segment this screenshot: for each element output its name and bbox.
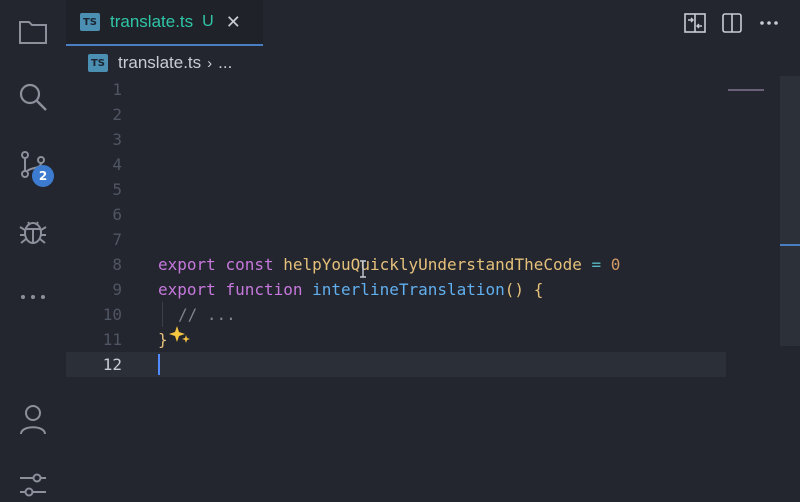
i-beam-cursor-icon [358,260,368,282]
close-brace: } [158,330,168,349]
compare-icon[interactable] [684,12,706,34]
sparkle-icon[interactable] [168,323,192,354]
typescript-file-icon: TS [88,54,108,72]
breadcrumb-file[interactable]: translate.ts [118,53,201,73]
code-line: 2 [66,102,726,127]
code-text: } [158,327,168,352]
line-number: 9 [112,280,122,299]
breadcrumb: TS translate.ts › ... [88,52,232,74]
line-number: 2 [112,105,122,124]
close-icon[interactable]: ✕ [226,12,241,33]
more-icon[interactable] [16,280,50,314]
scrollbar-cursor-marker [780,244,800,246]
breadcrumb-more[interactable]: ... [218,53,232,73]
vertical-scrollbar[interactable] [780,76,800,346]
code-line: 9 export function interlineTranslation()… [66,277,726,302]
chevron-right-icon: › [207,54,213,72]
code-line: 7 [66,227,726,252]
code-line: 10 // ... [66,302,726,327]
minimap[interactable] [728,89,764,91]
code-line: 8 export const helpYouQuicklyUnderstandT… [66,252,726,277]
settings-sliders-icon[interactable] [16,468,50,502]
activity-bar: 2 [0,0,66,500]
code-line: 4 [66,152,726,177]
code-line: 5 [66,177,726,202]
line-number: 11 [102,330,122,349]
line-number: 4 [112,155,122,174]
search-icon[interactable] [16,80,50,114]
line-number: 10 [102,305,122,324]
tab-bar: TS translate.ts U ✕ [66,0,800,46]
line-number: 5 [112,180,122,199]
parentheses: () [504,280,525,299]
operator: = [591,255,602,274]
code-line: 11 } [66,326,726,352]
account-icon[interactable] [16,402,50,436]
code-line: 3 [66,127,726,152]
typescript-file-icon: TS [80,13,100,31]
tab-label: translate.ts [110,12,194,31]
keyword: function [225,280,303,299]
line-number: 12 [102,355,122,374]
line-number: 1 [112,80,122,99]
code-line: 1 [66,77,726,102]
keyword: export [158,280,216,299]
function-name: interlineTranslation [312,280,505,299]
identifier: helpYouQuicklyUnderstandTheCode [283,255,582,274]
source-control-badge: 2 [32,165,54,187]
keyword: const [225,255,274,274]
indent-guide [162,302,163,327]
number-literal: 0 [610,255,621,274]
open-brace: { [533,280,544,299]
debug-icon[interactable] [16,214,50,248]
text-cursor [158,354,160,375]
code-text: export const helpYouQuicklyUnderstandThe… [158,252,620,277]
code-editor[interactable]: 1 2 3 4 5 6 7 8 export const helpYouQuic… [66,76,780,500]
code-line: 6 [66,202,726,227]
comment: // ... [178,305,236,324]
line-number: 3 [112,130,122,149]
line-number: 8 [112,255,122,274]
split-editor-icon[interactable] [721,12,743,34]
line-number: 6 [112,205,122,224]
untracked-status: U [202,13,214,30]
keyword: export [158,255,216,274]
explorer-icon[interactable] [16,15,50,49]
tab-translate-ts[interactable]: TS translate.ts U ✕ [66,0,263,46]
code-text: export function interlineTranslation() { [158,277,543,302]
more-actions-icon[interactable] [758,12,780,34]
code-line-current: 12 [66,352,726,377]
line-number: 7 [112,230,122,249]
